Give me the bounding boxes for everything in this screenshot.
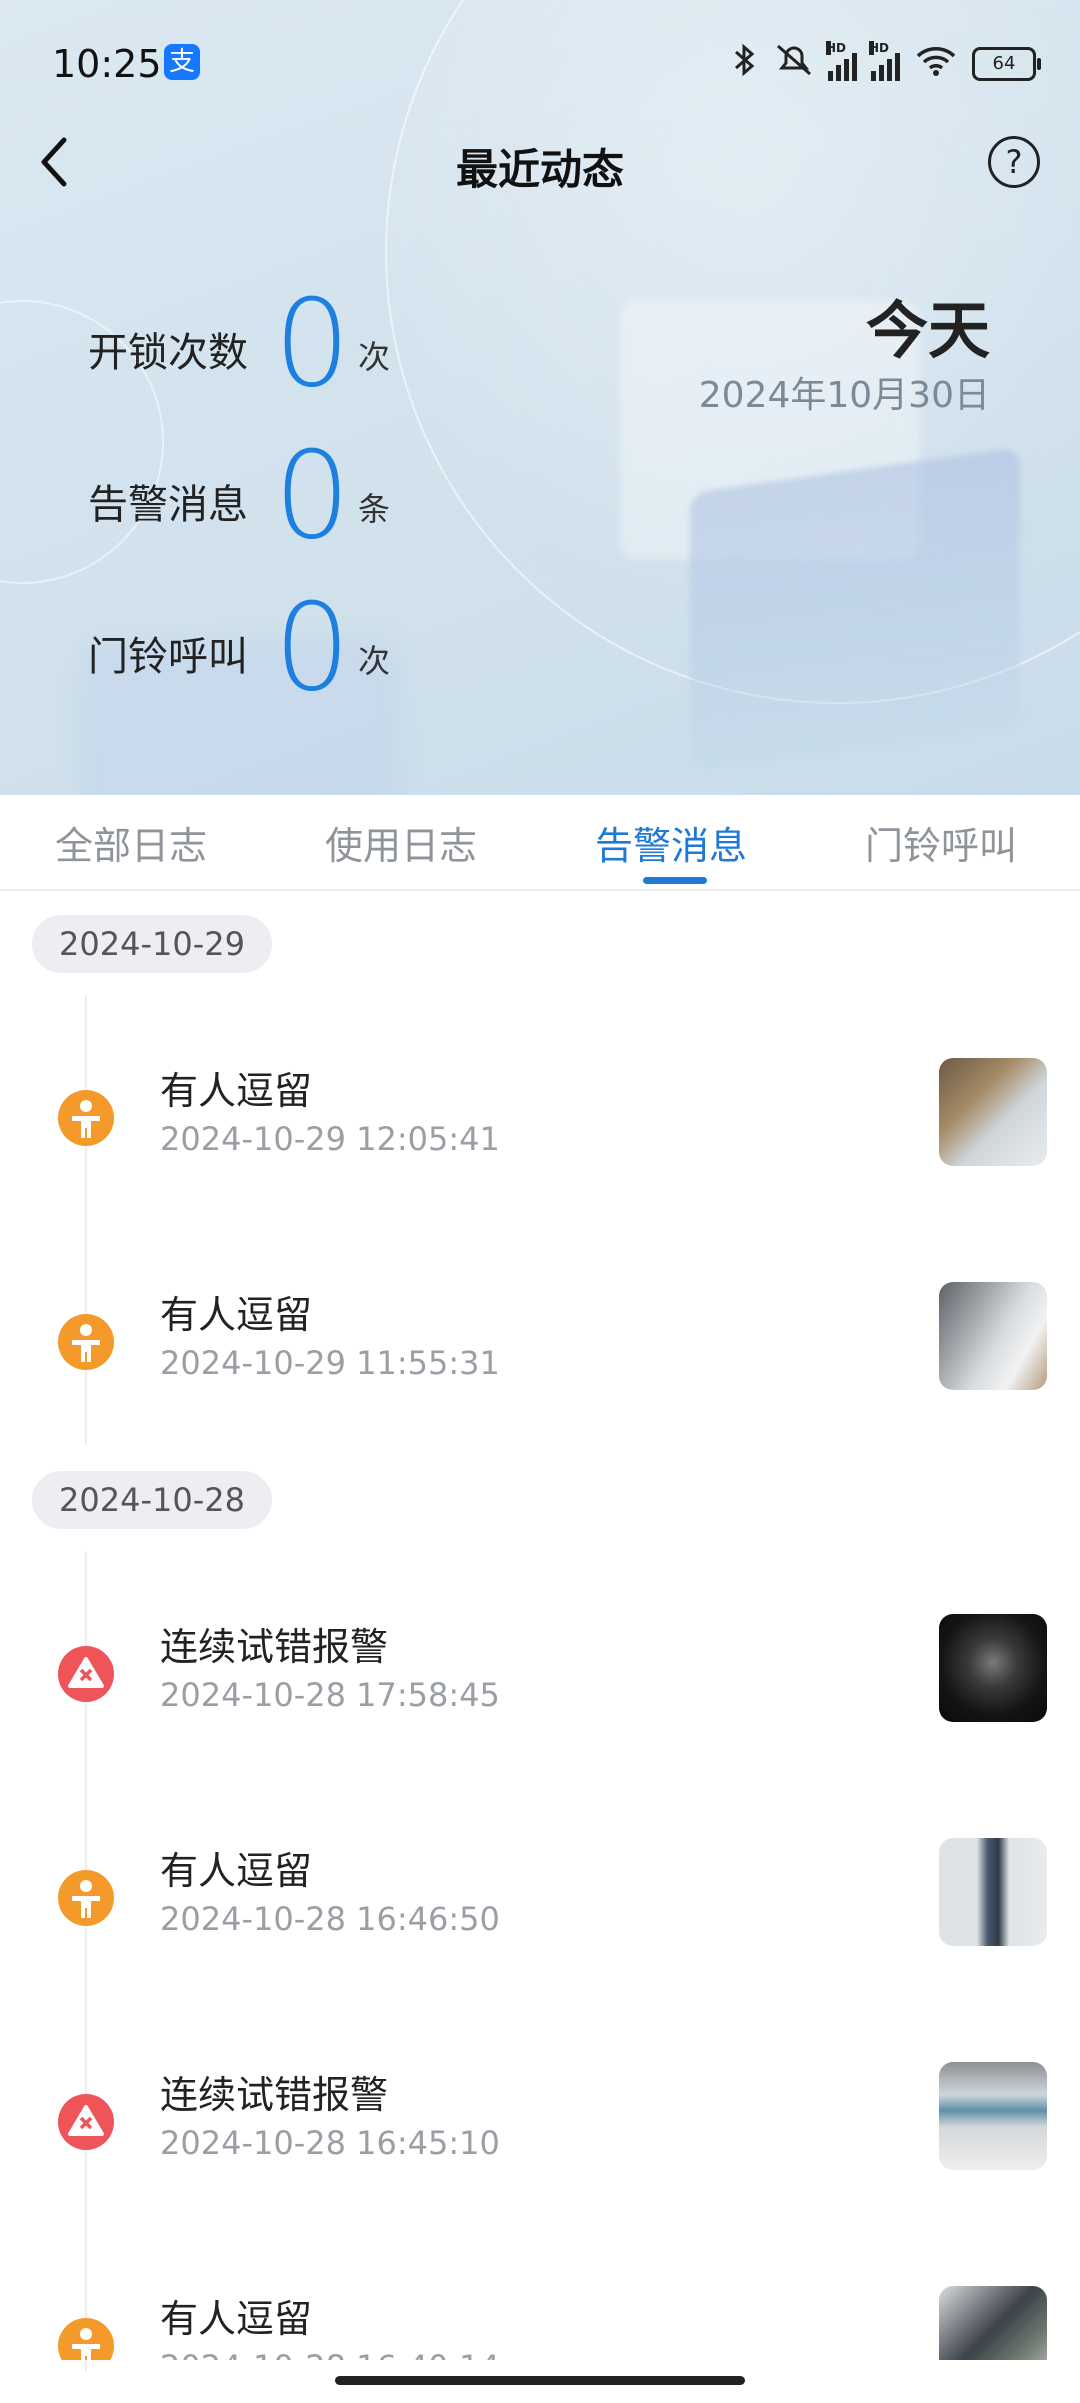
item-title: 连续试错报警 [160, 1625, 389, 1669]
tab-doorbell-calls[interactable]: 门铃呼叫 [865, 815, 1017, 870]
item-time: 2024-10-28 16:40:14 [160, 2348, 500, 2360]
status-icons: HD HD 64 [730, 41, 1041, 86]
battery-icon: 64 [972, 47, 1041, 81]
tab-usage-logs[interactable]: 使用日志 [325, 815, 477, 870]
home-indicator[interactable] [335, 2376, 745, 2385]
snapshot-thumbnail[interactable] [939, 2286, 1047, 2360]
stat-alarm-count: 告警消息 0 条 [88, 427, 391, 566]
signal-icon: HD [869, 41, 900, 81]
stat-unit: 次 [358, 642, 391, 680]
status-time: 10:25 [52, 42, 162, 86]
item-time: 2024-10-28 16:46:50 [160, 1900, 500, 1938]
hd-label: HD [826, 41, 847, 55]
signal-icon: HD [826, 41, 857, 81]
person-icon [58, 2318, 114, 2360]
list-item[interactable]: 有人逗留 2024-10-28 16:46:50 [0, 1820, 1080, 1980]
status-bar: 10:25 支 HD HD 64 [0, 30, 1080, 100]
snapshot-thumbnail[interactable] [939, 1058, 1047, 1166]
snapshot-thumbnail[interactable] [939, 1838, 1047, 1946]
page-title: 最近动态 [455, 145, 624, 194]
list-item[interactable]: 连续试错报警 2024-10-28 16:45:10 [0, 2044, 1080, 2204]
item-title: 有人逗留 [160, 1069, 313, 1113]
stat-unit: 次 [358, 338, 391, 376]
snapshot-thumbnail[interactable] [939, 1614, 1047, 1722]
mute-icon [774, 42, 814, 86]
stat-unlock-count: 开锁次数 0 次 [88, 275, 391, 414]
stat-unit: 条 [358, 490, 391, 528]
stat-label: 告警消息 [88, 482, 248, 528]
stat-value: 0 [274, 275, 351, 414]
alert-triangle-icon [58, 1646, 114, 1702]
wifi-icon [914, 42, 958, 86]
bluetooth-icon [730, 42, 760, 86]
help-icon[interactable]: ? [988, 136, 1040, 188]
alipay-icon: 支 [164, 44, 200, 80]
snapshot-thumbnail[interactable] [939, 2062, 1047, 2170]
decorative-cube [690, 446, 1020, 774]
list-item[interactable]: 有人逗留 2024-10-29 11:55:31 [0, 1264, 1080, 1424]
header-banner: 10:25 支 HD HD 64 最近动态 ? 开锁次数 0 次 告警消息 0 … [0, 0, 1080, 795]
tab-bar: 全部日志 使用日志 告警消息 门铃呼叫 [0, 795, 1080, 891]
person-icon [58, 1870, 114, 1926]
stat-label: 门铃呼叫 [88, 634, 248, 680]
snapshot-thumbnail[interactable] [939, 1282, 1047, 1390]
stat-value: 0 [274, 579, 351, 718]
tab-all-logs[interactable]: 全部日志 [55, 815, 207, 870]
date-group-header: 2024-10-29 [32, 915, 272, 973]
item-time: 2024-10-28 16:45:10 [160, 2124, 500, 2162]
today-label: 今天 [865, 294, 990, 367]
list-item[interactable]: 有人逗留 2024-10-29 12:05:41 [0, 1040, 1080, 1200]
item-title: 连续试错报警 [160, 2073, 389, 2117]
person-icon [58, 1090, 114, 1146]
hd-label: HD [869, 41, 890, 55]
item-title: 有人逗留 [160, 1849, 313, 1893]
item-time: 2024-10-29 12:05:41 [160, 1120, 500, 1158]
list-item[interactable]: 有人逗留 2024-10-28 16:40:14 [0, 2268, 1080, 2360]
item-title: 有人逗留 [160, 1293, 313, 1337]
stat-doorbell-count: 门铃呼叫 0 次 [88, 579, 391, 718]
tab-active-indicator [643, 877, 707, 884]
stat-label: 开锁次数 [88, 330, 248, 376]
stat-value: 0 [274, 427, 351, 566]
alert-triangle-icon [58, 2094, 114, 2150]
item-time: 2024-10-28 17:58:45 [160, 1676, 500, 1714]
item-title: 有人逗留 [160, 2297, 313, 2341]
tab-alarm-messages[interactable]: 告警消息 [595, 815, 747, 870]
list-item[interactable]: 连续试错报警 2024-10-28 17:58:45 [0, 1596, 1080, 1756]
person-icon [58, 1314, 114, 1370]
date-group-header: 2024-10-28 [32, 1471, 272, 1529]
today-date: 2024年10月30日 [698, 375, 990, 416]
item-time: 2024-10-29 11:55:31 [160, 1344, 500, 1382]
